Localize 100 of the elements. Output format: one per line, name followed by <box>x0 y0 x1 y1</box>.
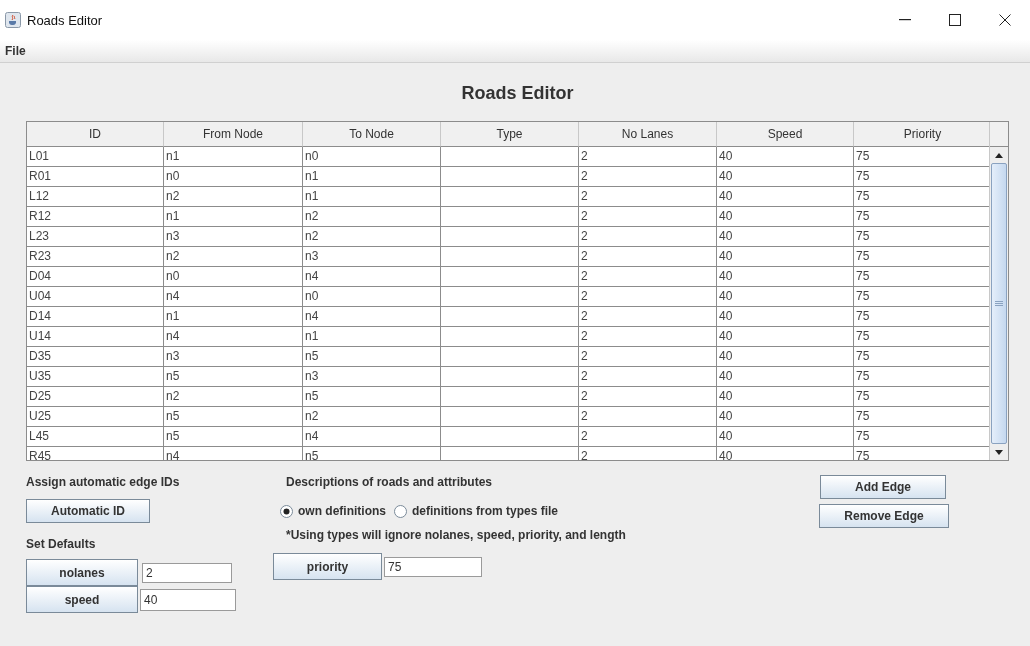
table-cell: n1 <box>303 167 441 187</box>
speed-field[interactable]: 40 <box>140 588 236 611</box>
table-cell: n4 <box>164 447 303 460</box>
table-cell: 40 <box>717 147 854 167</box>
coffee-cup-icon <box>5 12 21 28</box>
table-cell: n3 <box>303 367 441 387</box>
table-cell: D35 <box>27 347 164 367</box>
table-cell: R45 <box>27 447 164 460</box>
table-cell: 2 <box>579 207 717 227</box>
table-cell: 2 <box>579 367 717 387</box>
table-cell: U14 <box>27 327 164 347</box>
table-cell: L12 <box>27 187 164 207</box>
table-cell: 2 <box>579 167 717 187</box>
table-cell: R12 <box>27 207 164 227</box>
section-label: Descriptions of roads and attributes <box>286 475 493 489</box>
table-cell: 2 <box>579 307 717 327</box>
table-cell: 40 <box>717 427 854 447</box>
maximize-icon[interactable] <box>949 14 961 26</box>
table-cell: n4 <box>303 427 441 447</box>
table-cell: 2 <box>579 447 717 460</box>
table-cell: R01 <box>27 167 164 187</box>
note-text: *Using types will ignore nolanes, speed, priority, and length <box>286 528 626 542</box>
priority-button[interactable]: priority <box>273 553 382 580</box>
table-cell: L45 <box>27 427 164 447</box>
scroll-down-icon[interactable] <box>995 449 1003 455</box>
automatic-id-button[interactable]: Automatic ID <box>26 499 150 523</box>
column-header[interactable]: Type <box>441 122 579 147</box>
table-cell: n0 <box>164 267 303 287</box>
table-cell: 40 <box>717 227 854 247</box>
table-cell: 2 <box>579 267 717 287</box>
table-cell: n2 <box>303 227 441 247</box>
table-cell: n0 <box>164 167 303 187</box>
table-cell: 2 <box>579 407 717 427</box>
table-cell: n3 <box>164 227 303 247</box>
column-header[interactable]: No Lanes <box>579 122 717 147</box>
speed-button[interactable]: speed <box>26 586 138 613</box>
table-cell: n0 <box>303 287 441 307</box>
minimize-icon[interactable] <box>899 19 911 21</box>
table-cell: n2 <box>164 387 303 407</box>
table-cell: 2 <box>579 147 717 167</box>
table-cell: 40 <box>717 247 854 267</box>
table-cell: 2 <box>579 387 717 407</box>
column-header[interactable]: To Node <box>303 122 441 147</box>
table-cell: 40 <box>717 167 854 187</box>
table-cell: R23 <box>27 247 164 267</box>
table-cell: n1 <box>164 147 303 167</box>
table-cell: U25 <box>27 407 164 427</box>
table-cell: n4 <box>303 307 441 327</box>
scrollbar-thumb[interactable] <box>991 163 1007 444</box>
table-cell: n3 <box>164 347 303 367</box>
radio-button[interactable] <box>280 504 293 518</box>
table-cell: 2 <box>579 247 717 267</box>
section-label: Assign automatic edge IDs <box>26 475 180 489</box>
window-title: Roads Editor <box>27 12 104 28</box>
table-cell: n5 <box>303 447 441 460</box>
radio-option[interactable]: own definitions <box>280 504 386 518</box>
table-cell: n1 <box>164 207 303 227</box>
nolanes-button[interactable]: nolanes <box>26 559 138 586</box>
table-cell: D04 <box>27 267 164 287</box>
table-cell: 40 <box>717 387 854 407</box>
table-cell: D14 <box>27 307 164 327</box>
section-label: Set Defaults <box>26 537 96 551</box>
table-cell: 40 <box>717 447 854 460</box>
edge-button[interactable]: Remove Edge <box>819 504 949 528</box>
nolanes-field[interactable]: 2 <box>142 562 232 583</box>
table-cell: 2 <box>579 227 717 247</box>
table-cell: 40 <box>717 327 854 347</box>
menu-item[interactable]: File <box>5 44 26 58</box>
table-cell: n5 <box>164 367 303 387</box>
table-cell: n2 <box>164 187 303 207</box>
page-heading: Roads Editor <box>461 83 574 104</box>
table-cell: n4 <box>164 327 303 347</box>
table-cell: n4 <box>164 287 303 307</box>
table-cell: 40 <box>717 207 854 227</box>
column-header[interactable]: Speed <box>717 122 854 147</box>
table-cell: n2 <box>303 407 441 427</box>
column-header[interactable]: ID <box>27 122 164 147</box>
table-cell: n5 <box>164 427 303 447</box>
table-cell: n4 <box>303 267 441 287</box>
table-cell: U04 <box>27 287 164 307</box>
column-header[interactable]: Priority <box>854 122 989 147</box>
table-cell: n0 <box>303 147 441 167</box>
scroll-up-icon[interactable] <box>995 152 1003 158</box>
priority-field[interactable]: 75 <box>384 556 482 577</box>
table-cell: 2 <box>579 427 717 447</box>
table-cell: L23 <box>27 227 164 247</box>
table-cell: 2 <box>579 187 717 207</box>
edge-button[interactable]: Add Edge <box>820 475 946 499</box>
column-header[interactable]: From Node <box>164 122 303 147</box>
table-cell: 40 <box>717 287 854 307</box>
close-icon[interactable] <box>999 14 1011 26</box>
table-cell: n1 <box>164 307 303 327</box>
table-cell: 2 <box>579 287 717 307</box>
radio-button[interactable] <box>394 504 407 518</box>
table-cell: n5 <box>164 407 303 427</box>
table-cell: D25 <box>27 387 164 407</box>
table-cell: U35 <box>27 367 164 387</box>
table-cell: n2 <box>303 207 441 227</box>
radio-option[interactable]: definitions from types file <box>394 504 558 518</box>
table-cell: n1 <box>303 327 441 347</box>
